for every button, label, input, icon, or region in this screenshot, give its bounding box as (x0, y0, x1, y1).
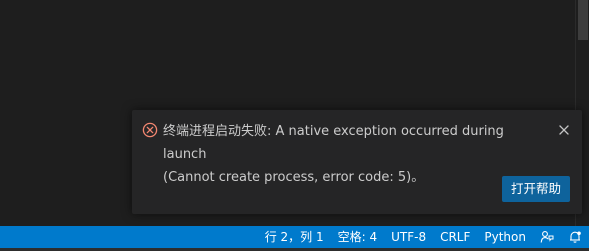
notification-toast: 终端进程启动失败: A native exception occurred du… (132, 110, 582, 214)
status-bar-right: 行 2，列 1 空格: 4 UTF-8 CRLF Python (258, 226, 589, 248)
line-endings-status[interactable]: CRLF (433, 226, 477, 248)
error-circle-icon (142, 122, 158, 138)
language-mode-status[interactable]: Python (477, 226, 533, 248)
open-help-button[interactable]: 打开帮助 (501, 176, 570, 202)
notification-message-line-1: 终端进程启动失败: A native exception occurred du… (163, 124, 504, 162)
encoding-status[interactable]: UTF-8 (384, 226, 433, 248)
bell-icon (568, 230, 582, 244)
feedback-person-icon (540, 230, 554, 244)
notifications-button[interactable] (561, 226, 589, 248)
status-bar: 行 2，列 1 空格: 4 UTF-8 CRLF Python (0, 226, 589, 248)
notification-message: 终端进程启动失败: A native exception occurred du… (163, 120, 548, 189)
cursor-position-status[interactable]: 行 2，列 1 (258, 226, 331, 248)
notification-message-line-2: (Cannot create process, error code: 5)。 (163, 170, 425, 185)
indentation-status[interactable]: 空格: 4 (331, 226, 385, 248)
feedback-button[interactable] (533, 226, 561, 248)
scrollbar-thumb[interactable] (578, 0, 588, 40)
close-icon[interactable] (556, 122, 572, 138)
